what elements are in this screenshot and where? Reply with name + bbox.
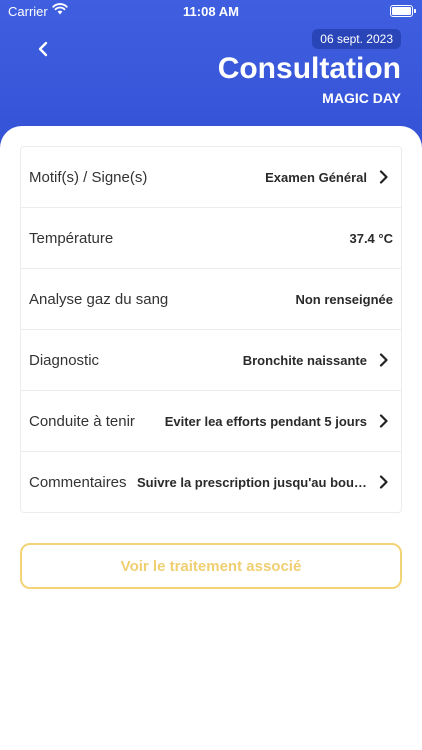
row-value: Suivre la prescription jusqu'au bout... <box>137 474 367 490</box>
row-label: Diagnostic <box>29 351 100 369</box>
back-button[interactable] <box>30 38 56 64</box>
date-badge: 06 sept. 2023 <box>312 29 401 49</box>
chevron-right-icon <box>377 414 391 428</box>
row-comments[interactable]: Commentaires Suivre la prescription jusq… <box>21 452 401 512</box>
battery-icon <box>390 5 416 17</box>
page-title: Consultation <box>217 52 401 85</box>
chevron-left-icon <box>37 41 49 62</box>
row-value: Eviter lea efforts pendant 5 jours <box>164 413 367 429</box>
row-label: Conduite à tenir <box>29 412 135 430</box>
row-blood-gas: Analyse gaz du sang Non renseignée <box>21 269 401 330</box>
row-diagnostic[interactable]: Diagnostic Bronchite naissante <box>21 330 401 391</box>
page-subtitle: MAGIC DAY <box>322 90 401 106</box>
consultation-details-list: Motif(s) / Signe(s) Examen Général Tempé… <box>20 146 402 513</box>
row-label: Température <box>29 229 114 247</box>
row-conduite[interactable]: Conduite à tenir Eviter lea efforts pend… <box>21 391 401 452</box>
row-label: Motif(s) / Signe(s) <box>29 168 148 186</box>
chevron-right-icon <box>377 170 391 184</box>
content-sheet: Motif(s) / Signe(s) Examen Général Tempé… <box>0 126 422 750</box>
row-label: Commentaires <box>29 473 127 491</box>
row-value: Non renseignée <box>295 291 393 307</box>
view-treatment-button[interactable]: Voir le traitement associé <box>20 543 402 589</box>
row-temperature: Température 37.4 °C <box>21 208 401 269</box>
chevron-right-icon <box>377 475 391 489</box>
row-value: 37.4 °C <box>349 230 393 246</box>
row-motif[interactable]: Motif(s) / Signe(s) Examen Général <box>21 147 401 208</box>
row-value: Examen Général <box>265 169 367 185</box>
status-time: 11:08 AM <box>183 4 239 19</box>
status-bar: Carrier 11:08 AM <box>0 0 422 22</box>
row-value: Bronchite naissante <box>242 352 367 368</box>
row-label: Analyse gaz du sang <box>29 290 169 308</box>
chevron-right-icon <box>377 353 391 367</box>
